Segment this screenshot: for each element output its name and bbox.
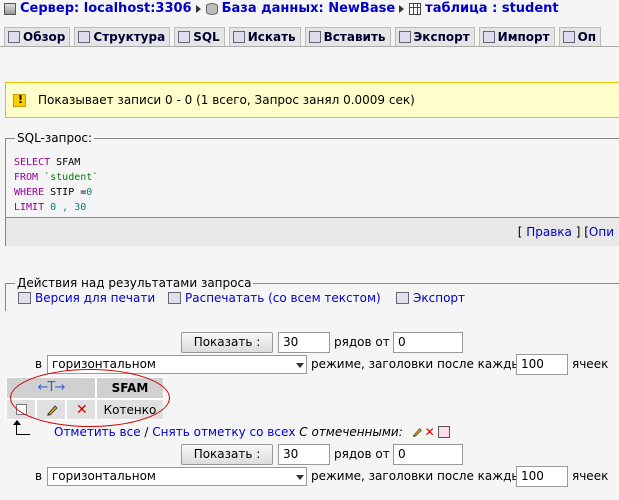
warning-icon [13,93,26,107]
export-icon [396,292,409,304]
print-full-action[interactable]: Распечатать (со всем текстом) [168,291,381,305]
tab-divider [0,46,619,47]
show-button[interactable]: Показать : [181,332,273,353]
sql-keyword: FROM [14,172,39,183]
sql-keyword: LIMIT [14,202,45,213]
tab-label: Экспорт [413,30,470,44]
search-icon [232,31,245,43]
sql-number: 0 [86,187,93,198]
structure-icon [78,31,91,43]
sql-keyword: WHERE [14,187,45,198]
export-icon [398,31,411,43]
server-icon [4,2,16,15]
tab-import[interactable]: Импорт [478,27,555,46]
in-label: в [35,357,43,371]
tab-label: Обзор [23,30,66,44]
show-button-bottom[interactable]: Показать : [181,444,273,465]
tab-browse[interactable]: Обзор [4,27,71,46]
mode-label-bottom: режиме, заголовки после каждых [311,469,528,483]
tab-operations[interactable]: Оп [558,27,602,46]
print-full-link[interactable]: Распечатать (со всем текстом) [185,291,381,305]
breadcrumb-arrow-icon [195,4,201,13]
export-link[interactable]: Экспорт [413,291,465,305]
export-icon[interactable] [437,426,450,438]
insert-icon [308,31,321,43]
breadcrumb-arrow-icon [399,4,405,13]
browse-icon [8,31,20,43]
sql-legend: SQL-запрос: [15,131,95,145]
in-label-bottom: в [35,469,43,483]
sql-links: [ Правка ] [Опи [518,225,614,239]
operations-icon [562,31,575,43]
sql-keyword: SELECT [14,157,51,168]
start-row-input-bottom[interactable]: 0 [393,444,463,465]
sql-table-name: `student` [44,172,99,183]
breadcrumb-table-link[interactable]: таблица : student [425,1,558,16]
repeat-headers-input[interactable]: 100 [516,354,568,375]
tab-label: Вставить [323,30,386,44]
with-selected-label: С отмеченными: [299,425,403,439]
display-mode-value: горизонтальном [52,469,156,483]
breadcrumb-database-link[interactable]: База данных: NewBase [222,1,396,16]
rows-from-label-bottom: рядов от [334,447,390,461]
notice-message: Показывает записи 0 - 0 (1 всего, Запрос… [38,93,415,107]
query-results-actions: Действия над результатами запроса Версия… [5,276,619,311]
tab-bar: Обзор Структура SQL Искать Вставить Экспорт Им… [4,27,605,46]
explain-query-link[interactable]: Опи [589,225,614,239]
print-version-link[interactable]: Версия для печати [35,291,155,305]
sql-code: SELECT SFAM FROM `student` WHERE STIP =0… [14,155,98,215]
cells-label: ячеек [572,357,609,371]
table-icon [409,2,422,15]
chevron-down-icon [296,363,304,368]
bracket: [ [517,225,523,239]
repeat-headers-input-bottom[interactable]: 100 [516,466,568,487]
bracket-separator: ] [ [575,225,589,239]
rows-count-input-bottom[interactable]: 30 [278,444,330,465]
edit-query-link[interactable]: Правка [526,225,572,239]
tab-insert[interactable]: Вставить [304,27,391,46]
cells-label-bottom: ячеек [572,469,609,483]
print-version-action[interactable]: Версия для печати [18,291,155,305]
display-mode-select-bottom[interactable]: горизонтальном [47,467,307,486]
tab-export[interactable]: Экспорт [394,27,475,46]
uncheck-all-link[interactable]: Снять отметку со всех [152,425,295,439]
check-separator: / [144,425,149,439]
tab-structure[interactable]: Структура [74,27,171,46]
chevron-down-icon [296,475,304,480]
import-icon [482,31,495,43]
return-arrow-icon [13,420,30,435]
breadcrumb-server-link[interactable]: Сервер: localhost:3306 [20,1,192,16]
tab-label: Искать [247,30,296,44]
export-action[interactable]: Экспорт [396,291,465,305]
sql-number: 0 , 30 [50,202,87,213]
check-all-link[interactable]: Отметить все [54,425,141,439]
sql-footer: [ Правка ] [Опи [6,217,619,246]
pencil-icon[interactable] [411,426,423,438]
actions-legend: Действия над результатами запроса [15,276,254,290]
check-all-row: Отметить все / Снять отметку со всех С о… [13,420,450,439]
delete-icon[interactable]: ✕ [425,425,435,439]
tab-label: Оп [577,30,597,44]
tab-label: SQL [193,30,220,44]
notice-box: Показывает записи 0 - 0 (1 всего, Запрос… [5,82,619,118]
tab-search[interactable]: Искать [228,27,301,46]
tab-label: Структура [93,30,166,44]
sql-query-fieldset: SQL-запрос: SELECT SFAM FROM `student` W… [5,131,619,246]
start-row-input[interactable]: 0 [393,332,463,353]
tab-label: Импорт [497,30,550,44]
mode-label: режиме, заголовки после каждых [311,357,528,371]
breadcrumb: Сервер: localhost:3306 База данных: NewBa… [4,1,559,17]
print-icon [18,292,31,304]
rows-count-input[interactable]: 30 [278,332,330,353]
rows-from-label: рядов от [334,335,390,349]
sql-icon [178,31,191,43]
tab-sql[interactable]: SQL [174,27,225,46]
sql-text: STIP = [44,187,87,198]
database-icon [205,2,218,15]
annotation-ellipse [10,369,170,427]
sql-text: SFAM [50,157,81,168]
print-full-icon [168,292,181,304]
